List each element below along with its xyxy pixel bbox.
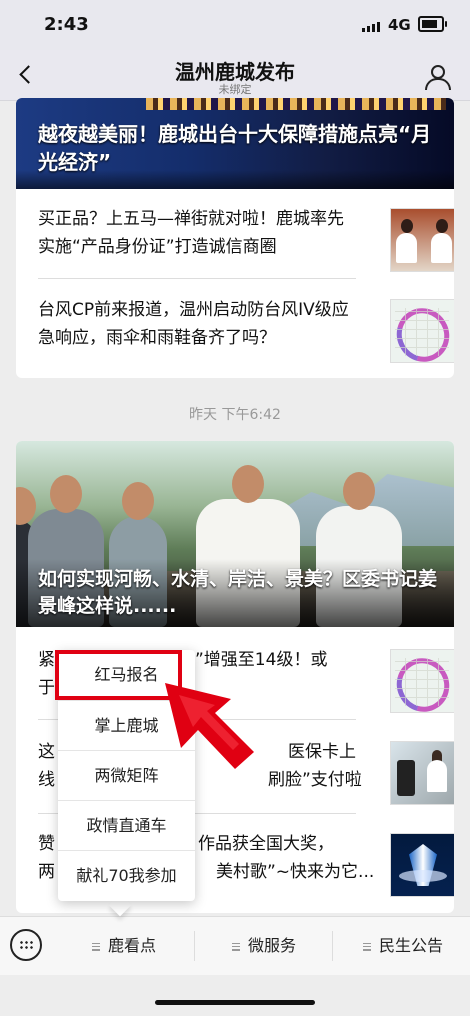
article-title-fragment: 紧 [38,650,55,670]
article-title-fragment: ”增强至14级！或 [195,650,328,670]
article-title-fragment: 这 [38,742,55,762]
tab-livelihood-announcement[interactable]: 民生公告 [363,931,443,961]
typhoon-map-thumbnail [390,299,454,363]
article-title-fragment: 医保卡上 [288,742,356,762]
article-title-fragment: 于 [38,678,55,698]
tab-label: 民生公告 [379,936,444,955]
home-indicator[interactable] [155,1000,315,1005]
article-title-fragment: 线 [38,770,55,790]
keyboard-icon [19,940,33,950]
featured-article-image[interactable]: 如何实现河畅、水清、岸洁、景美？区委书记姜景峰这样说...... [16,441,454,627]
tab-label: 微服务 [248,936,297,955]
user-icon-body [425,78,451,90]
article-divider [38,278,356,279]
article-list-item[interactable]: 台风CP前来报道，温州启动防台风IV级应急响应，雨伞和雨鞋备齐了吗？ [38,282,454,370]
status-bar: 2:43 4G [0,0,470,50]
featured-article-image[interactable]: 越夜越美丽！鹿城出台十大保障措施点亮“月光经济” [16,98,454,189]
bottom-menu-bar: 鹿看点 微服务 民生公告 [0,916,470,975]
article-title: 台风CP前来报道，温州启动防台风IV级应急响应，雨伞和雨鞋备齐了吗？ [38,300,349,348]
article-card-top: 越夜越美丽！鹿城出台十大保障措施点亮“月光经济” 买正品？上五马—禅街就对啦！鹿… [16,98,454,378]
tab-label: 鹿看点 [108,936,157,955]
battery-icon [418,16,447,32]
menu-icon [92,942,100,951]
article-list-item[interactable]: 买正品？上五马—禅街就对啦！鹿城率先实施“产品身份证”打造诚信商圈 [38,191,454,279]
binding-status: 未绑定 [218,83,252,96]
navigation-bar: 温州鹿城发布 未绑定 [0,50,470,101]
tab-divider [194,931,195,961]
menu-icon [232,942,240,951]
red-arrow-icon [165,683,254,769]
article-thumbnail [390,741,454,805]
featured-article-title: 越夜越美丽！鹿城出台十大保障措施点亮“月光经济” [38,122,432,174]
article-thumbnail [390,208,454,272]
keyboard-toggle-button[interactable] [10,929,42,961]
network-type: 4G [388,16,411,34]
menu-item-tribute-70[interactable]: 献礼70我参加 [58,850,195,901]
article-thumbnail [390,833,454,897]
menu-icon [363,942,371,951]
tab-micro-service[interactable]: 微服务 [232,931,296,961]
typhoon-map-thumbnail [390,649,454,713]
user-icon [431,65,445,79]
message-timestamp: 昨天 下午6:42 [189,407,281,423]
article-title: 买正品？上五马—禅街就对啦！鹿城率先实施“产品身份证”打造诚信商圈 [38,209,344,257]
tab-lu-kan-dian[interactable]: 鹿看点 [92,931,156,961]
status-time: 2:43 [44,14,89,35]
article-title-fragment: 两 [38,862,55,882]
featured-article-title: 如何实现河畅、水清、岸洁、景美？区委书记姜景峰这样说...... [38,568,438,617]
article-title-fragment: 作品获全国大奖， [198,834,334,854]
menu-item-government-direct-train[interactable]: 政情直通车 [58,800,195,851]
article-title-fragment: 刷脸”支付啦 [268,770,362,790]
article-title-fragment: 美村歌”~快来为它... [216,862,375,882]
signal-icon [362,20,382,32]
profile-button[interactable] [420,60,454,90]
article-title-fragment: 赞 [38,834,55,854]
tab-divider [332,931,333,961]
